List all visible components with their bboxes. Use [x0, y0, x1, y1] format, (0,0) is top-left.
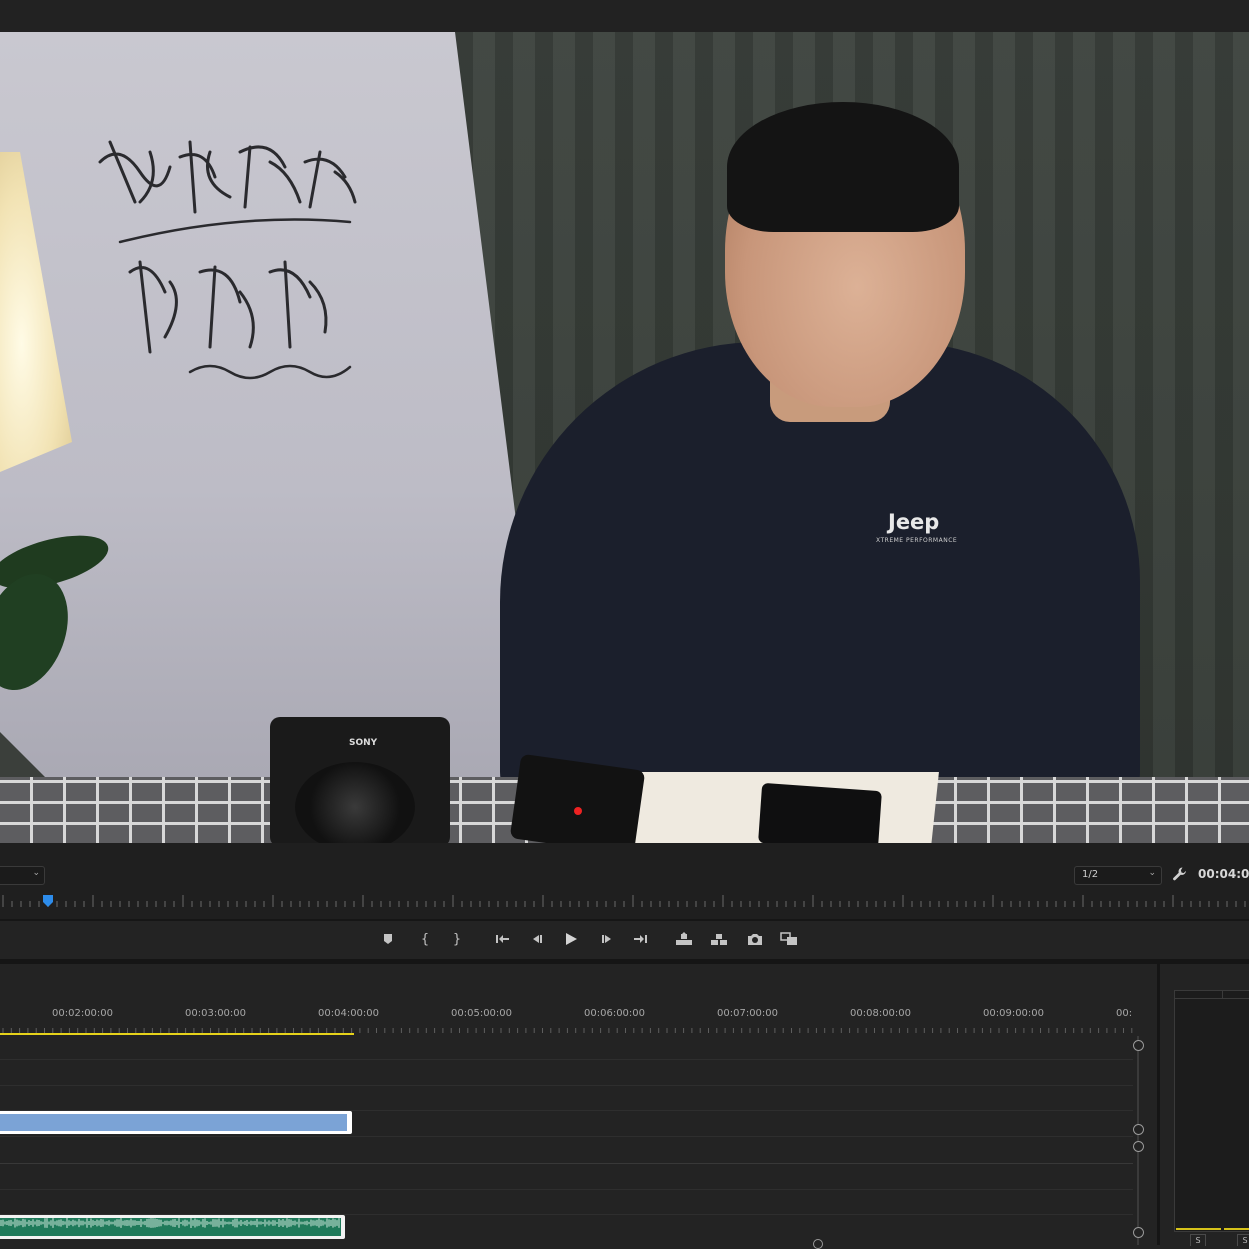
track-divider — [0, 1189, 1133, 1190]
playback-resolution-dropdown[interactable]: 1/2 ⌄ — [1074, 866, 1162, 885]
ruler-label: 00:05:00:00 — [451, 1008, 513, 1019]
mark-in-button[interactable]: { — [414, 929, 436, 949]
step-back-icon — [533, 935, 542, 943]
track-height-handle[interactable] — [1133, 1141, 1144, 1152]
track-divider — [0, 1136, 1133, 1137]
camera-brand-label: SONY — [349, 738, 378, 748]
ruler-label: 00:09:00:00 — [983, 1008, 1045, 1019]
step-forward-icon — [602, 935, 611, 943]
audio-meter — [1174, 990, 1249, 1232]
audio-waveform — [0, 1218, 340, 1228]
track-height-handle[interactable] — [1133, 1227, 1144, 1238]
chevron-down-icon: ⌄ — [1148, 868, 1156, 878]
ruler-label: 00: — [1116, 1008, 1133, 1019]
solo-right-button[interactable]: S — [1237, 1234, 1249, 1246]
recorder-led — [574, 807, 582, 815]
step-back-button[interactable] — [526, 929, 548, 949]
lift-icon — [676, 932, 692, 945]
playback-resolution-value: 1/2 — [1082, 869, 1099, 880]
solo-left-button[interactable]: S — [1190, 1234, 1206, 1246]
ruler-label: 00:04:00:00 — [318, 1008, 380, 1019]
zoom-level-dropdown[interactable]: ⌄ — [0, 866, 45, 885]
go-to-in-button[interactable] — [491, 929, 513, 949]
marker-icon — [384, 934, 392, 944]
chevron-down-icon: ⌄ — [32, 868, 40, 878]
wrench-icon[interactable] — [1172, 866, 1188, 882]
ruler-label: 00:03:00:00 — [185, 1008, 247, 1019]
audio-clip[interactable] — [0, 1215, 345, 1239]
monitor-playhead[interactable] — [43, 895, 53, 907]
jacket-logo: Jeep — [888, 510, 940, 534]
camera-icon — [748, 934, 762, 945]
mark-out-icon: } — [452, 931, 462, 947]
video-audio-divider — [0, 1163, 1133, 1164]
ruler-label: 00:06:00:00 — [584, 1008, 646, 1019]
go-to-out-button[interactable] — [630, 929, 652, 949]
add-marker-button[interactable] — [377, 929, 399, 949]
audio-clip-body — [0, 1218, 341, 1236]
playhead-timecode[interactable]: 00:04:0 — [1198, 867, 1249, 881]
top-panel-header — [0, 0, 1249, 32]
whiteboard-handwriting — [98, 140, 357, 380]
export-frame-button[interactable] — [744, 929, 766, 949]
mark-out-button[interactable]: } — [446, 929, 468, 949]
timeline-panel — [0, 964, 1157, 1245]
extract-icon — [711, 934, 727, 945]
program-monitor-frame: Jeep XTREME PERFORMANCE SONY — [0, 32, 1249, 843]
transport-controls — [0, 921, 1249, 959]
video-clip[interactable] — [0, 1111, 352, 1134]
mark-in-icon: { — [420, 931, 430, 947]
play-button[interactable] — [560, 929, 582, 949]
track-divider — [0, 1085, 1133, 1086]
jacket-tagline: XTREME PERFORMANCE — [876, 537, 958, 544]
extract-button[interactable] — [708, 929, 730, 949]
go-to-in-icon — [496, 935, 509, 943]
compare-icon — [780, 932, 797, 945]
step-forward-button[interactable] — [596, 929, 618, 949]
monitor-time-ruler[interactable] — [0, 891, 1249, 911]
ruler-label: 00:02:00:00 — [52, 1008, 114, 1019]
work-area-bar[interactable] — [0, 1033, 354, 1035]
track-height-handle[interactable] — [1133, 1040, 1144, 1051]
person-hair — [727, 102, 959, 232]
play-icon — [566, 933, 577, 945]
plant — [0, 535, 109, 691]
meter-peak-header — [1175, 998, 1249, 999]
camera-lens — [295, 762, 415, 843]
meter-level-right — [1224, 1228, 1249, 1230]
go-to-out-icon — [634, 935, 647, 943]
ruler-label: 00:08:00:00 — [850, 1008, 912, 1019]
track-divider — [0, 1059, 1133, 1060]
lift-button[interactable] — [673, 929, 695, 949]
video-clip-body — [0, 1114, 347, 1131]
smartphone — [758, 782, 882, 843]
track-height-handle[interactable] — [1133, 1124, 1144, 1135]
meter-level-left — [1176, 1228, 1221, 1230]
ruler-label: 00:07:00:00 — [717, 1008, 779, 1019]
timeline-zoom-handle[interactable] — [813, 1239, 823, 1249]
comparison-view-button[interactable] — [778, 929, 800, 949]
